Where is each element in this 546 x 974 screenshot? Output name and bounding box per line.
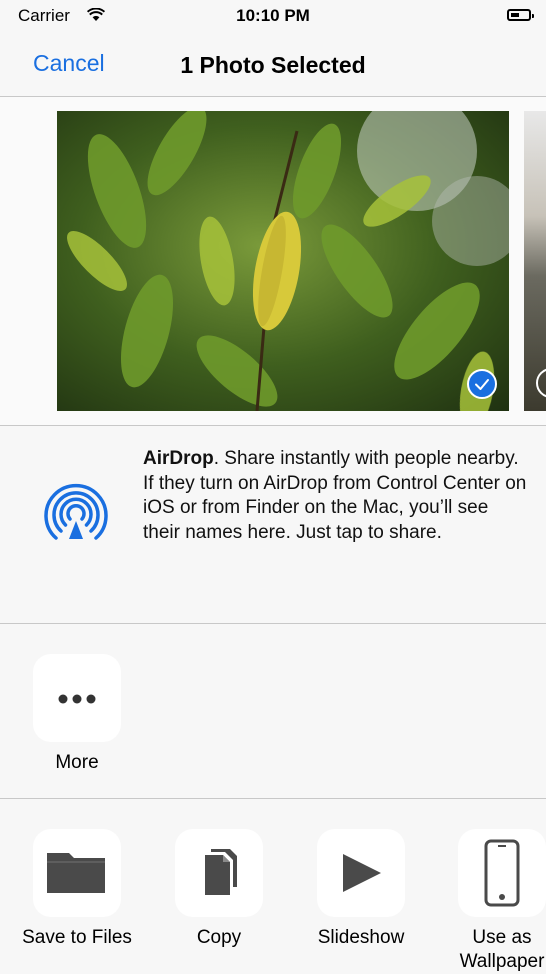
share-row: More xyxy=(0,624,546,798)
airdrop-section[interactable]: AirDrop. Share instantly with people nea… xyxy=(0,426,546,623)
slideshow-button[interactable] xyxy=(317,829,405,917)
save-to-files-button[interactable] xyxy=(33,829,121,917)
copy-icon xyxy=(205,849,237,895)
photo-strip[interactable] xyxy=(0,97,546,425)
folder-icon xyxy=(47,853,105,893)
phone-icon xyxy=(484,839,520,907)
play-icon xyxy=(343,854,381,892)
copy-button[interactable] xyxy=(175,829,263,917)
photo-thumbnail-next[interactable] xyxy=(524,111,546,411)
selected-checkmark-icon[interactable] xyxy=(467,369,497,399)
photo-thumbnail-selected[interactable] xyxy=(57,111,509,411)
unselected-circle-icon[interactable] xyxy=(536,368,546,398)
action-row: Save to Files Copy Slideshow Use as Wall… xyxy=(0,799,546,972)
status-bar: Carrier 10:10 PM xyxy=(0,0,546,40)
copy-label: Copy xyxy=(196,927,242,948)
slideshow-label: Slideshow xyxy=(317,927,405,948)
use-as-wallpaper-label: Use as Wallpaper xyxy=(459,927,545,972)
battery-icon xyxy=(507,9,534,21)
more-label: More xyxy=(55,752,99,773)
more-button[interactable] xyxy=(33,654,121,742)
airdrop-description: AirDrop. Share instantly with people nea… xyxy=(143,447,528,545)
more-icon xyxy=(58,694,96,704)
photo-image xyxy=(57,111,509,411)
nav-bar: Cancel 1 Photo Selected xyxy=(0,40,546,96)
clock: 10:10 PM xyxy=(236,6,310,25)
save-to-files-label: Save to Files xyxy=(22,927,132,948)
page-title: 1 Photo Selected xyxy=(180,52,366,78)
use-as-wallpaper-button[interactable] xyxy=(458,829,546,917)
airdrop-title: AirDrop xyxy=(143,448,214,469)
airdrop-icon xyxy=(44,483,108,540)
